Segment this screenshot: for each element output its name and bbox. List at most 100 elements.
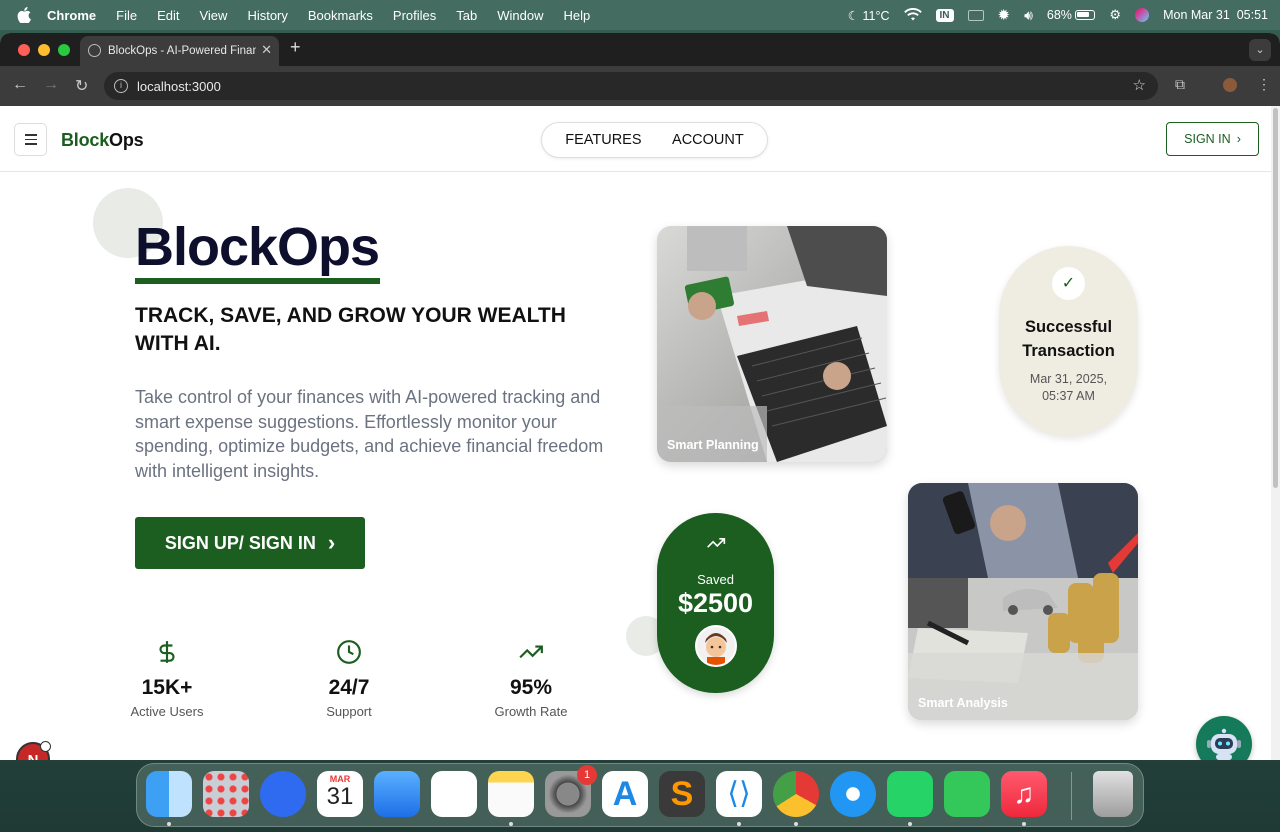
menu-app-name[interactable]: Chrome: [47, 8, 96, 23]
input-source-badge[interactable]: IN: [935, 8, 954, 22]
menu-tab[interactable]: Tab: [456, 8, 477, 23]
chatbot-button[interactable]: [1196, 716, 1252, 760]
finder-icon[interactable]: [146, 771, 192, 817]
browser-toolbar: ← → ↻ i localhost:3000 ☆ ⧉ ⋮: [0, 66, 1280, 106]
menu-file[interactable]: File: [116, 8, 137, 23]
trash-icon[interactable]: [1093, 771, 1133, 817]
signin-label: SIGN IN: [1184, 132, 1231, 146]
music-icon[interactable]: ♫: [1001, 771, 1047, 817]
browser-tab-active[interactable]: BlockOps - AI-Powered Finan ✕: [80, 36, 279, 66]
new-tab-plus-icon[interactable]: +: [290, 37, 301, 58]
screen-time-icon[interactable]: [260, 771, 306, 817]
menu-view[interactable]: View: [199, 8, 227, 23]
forward-arrow-icon[interactable]: →: [43, 76, 59, 94]
sublime-text-icon[interactable]: S: [659, 771, 705, 817]
volume-icon[interactable]: 🔊︎: [1024, 7, 1033, 24]
reload-icon[interactable]: ↻: [75, 76, 88, 96]
check-icon: ✓: [1052, 267, 1085, 300]
stat-growth-rate: 95% Growth Rate: [471, 639, 591, 719]
zoom-window-button[interactable]: [58, 44, 70, 56]
battery-status[interactable]: 68%: [1047, 8, 1096, 22]
close-tab-icon[interactable]: ✕: [261, 42, 272, 58]
saved-amount-card: Saved $2500: [657, 513, 774, 693]
hero-description: Take control of your finances with AI-po…: [135, 387, 604, 481]
weather-widget[interactable]: ☾ 11°C: [848, 8, 890, 23]
control-center-icon[interactable]: ⚙︎: [1109, 7, 1121, 23]
window-controls: [18, 44, 70, 56]
stat-support: 24/7 Support: [289, 639, 409, 719]
clock-icon: [337, 640, 361, 664]
menu-edit[interactable]: Edit: [157, 8, 179, 23]
success-title: Successful Transaction: [1022, 318, 1115, 360]
app-store-icon[interactable]: A: [602, 771, 648, 817]
weather-temp: 11°C: [862, 8, 890, 23]
menubar-clock[interactable]: Mon Mar 31 05:51: [1163, 8, 1268, 22]
tab-search-chevron-icon[interactable]: ⌄: [1249, 39, 1271, 61]
laptop-photo: [657, 226, 887, 462]
extensions-puzzle-icon[interactable]: ⧉: [1175, 76, 1185, 93]
nextjs-dev-indicator[interactable]: N: [16, 741, 51, 760]
address-bar[interactable]: i localhost:3000 ☆: [104, 72, 1158, 100]
siri-icon[interactable]: [1135, 8, 1150, 22]
safari-icon[interactable]: [830, 771, 876, 817]
system-settings-icon[interactable]: 1: [545, 765, 597, 817]
robot-icon: [1207, 728, 1241, 760]
whatsapp-icon[interactable]: [887, 771, 933, 817]
card-caption: Smart Planning: [667, 438, 759, 452]
launchpad-icon[interactable]: [203, 771, 249, 817]
back-arrow-icon[interactable]: ←: [12, 76, 28, 94]
stat-label: Active Users: [130, 704, 204, 719]
stat-value: 95%: [509, 676, 553, 699]
vscode-icon[interactable]: ⟨⟩: [716, 771, 762, 817]
menu-profiles[interactable]: Profiles: [393, 8, 436, 23]
chevron-right-icon: ›: [1236, 132, 1241, 146]
more-menu-icon[interactable]: ⋮: [1257, 76, 1271, 93]
running-indicator: [1022, 822, 1026, 826]
stat-value: 15K+: [141, 676, 193, 699]
calendar-icon[interactable]: MAR 31: [317, 771, 363, 817]
battery-icon: [1075, 10, 1096, 20]
globe-icon: [88, 44, 101, 57]
nav-features-link[interactable]: FEATURES: [565, 132, 641, 148]
mail-icon[interactable]: [374, 771, 420, 817]
page-scrollbar[interactable]: [1271, 106, 1280, 760]
hero-subtitle: TRACK, SAVE, AND GROW YOUR WEALTH WITH A…: [135, 304, 566, 355]
saved-amount: $2500: [677, 588, 754, 618]
tab-title: BlockOps - AI-Powered Finan: [108, 45, 256, 57]
signup-signin-button[interactable]: SIGN UP/ SIGN IN ›: [135, 517, 365, 569]
apple-icon[interactable]: [17, 7, 31, 23]
hamburger-menu-button[interactable]: [14, 123, 47, 156]
site-header: BlockOps FEATURES ACCOUNT SIGN IN ›: [0, 106, 1271, 172]
header-signin-button[interactable]: SIGN IN ›: [1166, 122, 1259, 156]
menu-history[interactable]: History: [247, 8, 287, 23]
nav-account-link[interactable]: ACCOUNT: [672, 132, 744, 148]
saved-label: Saved: [697, 572, 734, 587]
trending-up-icon: [519, 645, 543, 659]
notes-icon[interactable]: [488, 771, 534, 817]
site-info-icon[interactable]: i: [114, 79, 128, 93]
site-logo[interactable]: BlockOps: [61, 130, 144, 151]
close-window-button[interactable]: [18, 44, 30, 56]
running-indicator: [167, 822, 171, 826]
running-indicator: [794, 822, 798, 826]
profile-avatar[interactable]: [1221, 76, 1239, 94]
battery-percent: 68%: [1046, 8, 1072, 22]
brightness-icon[interactable]: ✹: [998, 6, 1011, 24]
menu-help[interactable]: Help: [564, 8, 591, 23]
stage-manager-icon[interactable]: [967, 9, 984, 21]
notification-badge: 1: [577, 765, 597, 785]
success-date: Mar 31, 2025, 05:37 AM: [1029, 372, 1108, 403]
transaction-success-card: ✓ Successful Transaction Mar 31, 2025, 0…: [999, 246, 1138, 436]
scrollbar-thumb[interactable]: [1273, 108, 1278, 488]
smart-planning-card: Smart Planning: [657, 226, 887, 462]
chrome-icon[interactable]: [773, 771, 819, 817]
reminders-icon[interactable]: [431, 771, 477, 817]
menu-window[interactable]: Window: [497, 8, 543, 23]
bookmark-star-icon[interactable]: ☆: [1133, 76, 1146, 94]
url-text[interactable]: localhost:3000: [137, 79, 221, 94]
trending-up-icon: [706, 538, 725, 548]
wifi-icon[interactable]: [903, 8, 922, 22]
facetime-icon[interactable]: [944, 771, 990, 817]
menu-bookmarks[interactable]: Bookmarks: [308, 8, 373, 23]
minimize-window-button[interactable]: [38, 44, 50, 56]
